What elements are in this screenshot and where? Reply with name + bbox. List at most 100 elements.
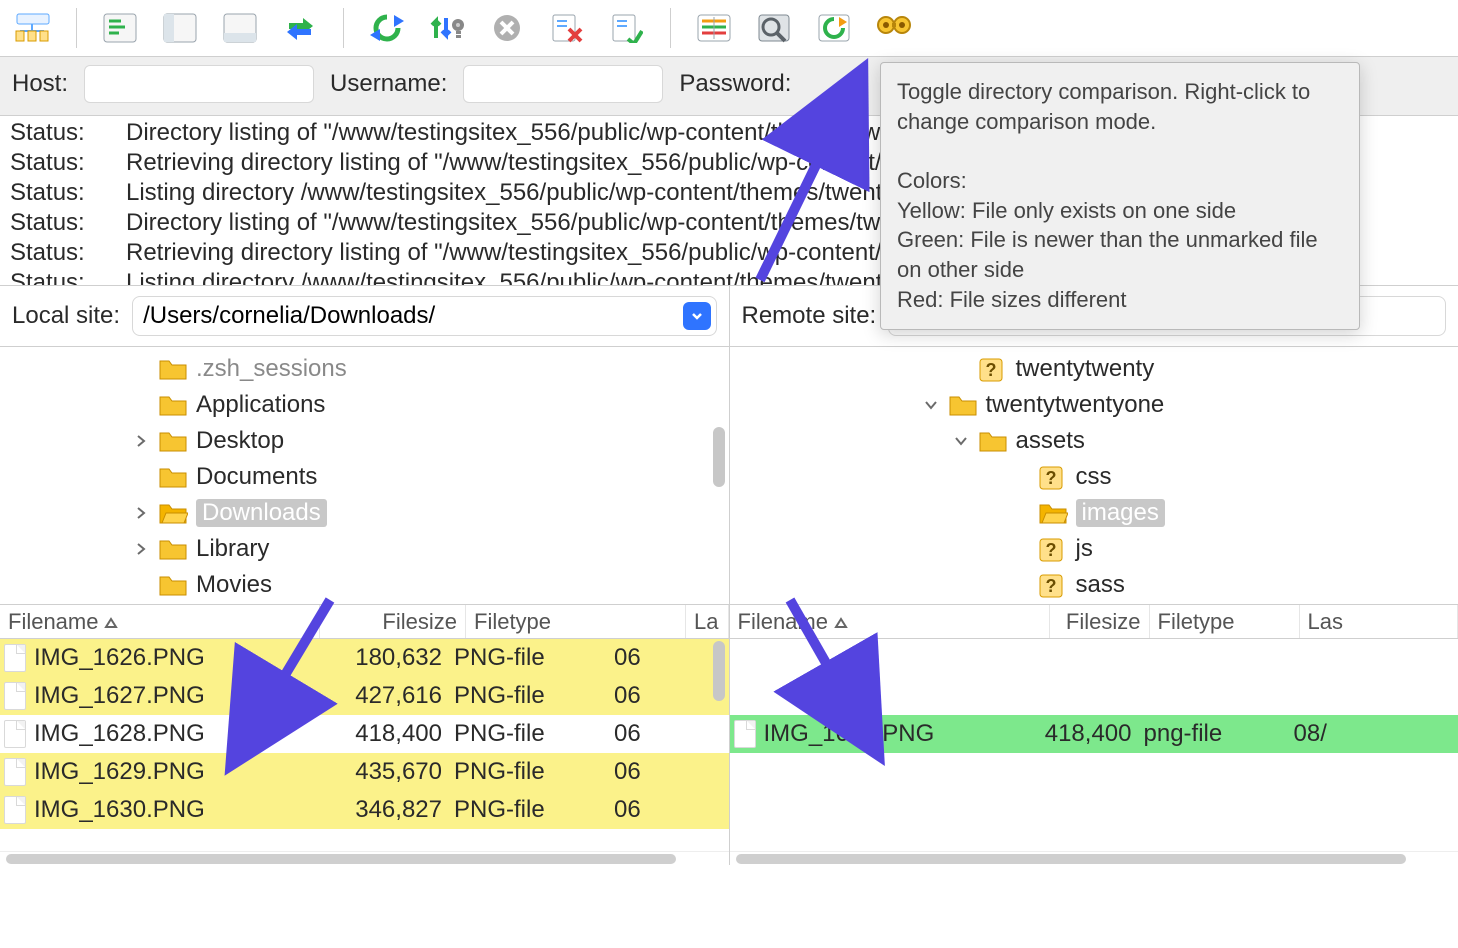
sync-scroll-icon[interactable]	[424, 8, 470, 48]
sync-browse-icon[interactable]	[811, 8, 857, 48]
disclose-icon[interactable]	[922, 396, 940, 414]
refresh-icon[interactable]	[364, 8, 410, 48]
reconnect-icon[interactable]	[604, 8, 650, 48]
file-icon	[4, 644, 26, 672]
tree-item[interactable]: Movies	[4, 567, 725, 603]
cell-filetype: PNG-file	[454, 758, 614, 786]
svg-text:?: ?	[1045, 540, 1056, 560]
tooltip-text: Colors:	[897, 166, 1343, 196]
table-row[interactable]: IMG_1627.PNG 427,616 PNG-file 06	[0, 677, 729, 715]
svg-text:?: ?	[1045, 576, 1056, 596]
file-icon	[4, 758, 26, 786]
cell-filetype: PNG-file	[454, 682, 614, 710]
scrollbar-thumb[interactable]	[713, 641, 725, 701]
disconnect-icon[interactable]	[544, 8, 590, 48]
tree-item[interactable]: assets	[734, 423, 1455, 459]
find-icon[interactable]	[871, 8, 917, 48]
transfers-icon[interactable]	[277, 8, 323, 48]
remote-tree[interactable]: ?twentytwentytwentytwentyoneassets?cssim…	[730, 347, 1458, 604]
cell-lastmod: 08/	[1294, 720, 1374, 748]
directory-compare-tooltip: Toggle directory comparison. Right-click…	[880, 62, 1360, 330]
folder-open-icon	[158, 501, 188, 525]
tree-item[interactable]: ? js	[734, 531, 1455, 567]
h-scrollbar[interactable]	[0, 851, 729, 865]
col-lastmod[interactable]: La	[686, 605, 729, 638]
cell-filename: IMG_1628.PNG	[34, 720, 314, 748]
split-view-icon[interactable]	[217, 8, 263, 48]
log-view-icon[interactable]	[97, 8, 143, 48]
unknown-icon: ?	[1038, 537, 1068, 561]
cell-filetype: PNG-file	[454, 796, 614, 824]
filter-icon[interactable]	[691, 8, 737, 48]
cell-filesize: 418,400	[314, 720, 454, 748]
table-row[interactable]: IMG_1629.PNG 435,670 PNG-file 06	[0, 753, 729, 791]
tree-item[interactable]: .zsh_sessions	[4, 351, 725, 387]
table-row[interactable]: IMG_1626.PNG 180,632 PNG-file 06	[0, 639, 729, 677]
disclose-icon[interactable]	[132, 504, 150, 522]
cancel-icon[interactable]	[484, 8, 530, 48]
folder-icon	[158, 537, 188, 561]
tree-item[interactable]: Music	[4, 603, 725, 604]
tree-item-label: Movies	[196, 571, 272, 599]
username-input[interactable]	[463, 65, 663, 103]
cell-filesize: 435,670	[314, 758, 454, 786]
col-filesize[interactable]: Filesize	[1050, 605, 1150, 638]
sort-asc-icon	[104, 609, 118, 635]
table-row	[730, 677, 1458, 715]
scrollbar-thumb[interactable]	[713, 427, 725, 487]
cell-filesize: 180,632	[314, 644, 454, 672]
local-tree[interactable]: .zsh_sessions ApplicationsDesktopDocument…	[0, 347, 730, 604]
disclose-icon[interactable]	[952, 432, 970, 450]
h-scrollbar[interactable]	[730, 851, 1458, 865]
col-filename[interactable]: Filename	[0, 605, 320, 638]
cell-filesize: 346,827	[314, 796, 454, 824]
local-site-label: Local site:	[12, 302, 120, 330]
tree-item-label: js	[1076, 535, 1093, 563]
tree-item[interactable]: Desktop	[4, 423, 725, 459]
table-row[interactable]: IMG_1628.PNG 418,400 png-file 08/	[730, 715, 1458, 753]
remote-filelist-header: Filename Filesize Filetype Las	[730, 605, 1458, 639]
folder-icon	[158, 393, 188, 417]
col-filetype[interactable]: Filetype	[466, 605, 686, 638]
folder-icon	[978, 429, 1008, 453]
sitemanager-icon[interactable]	[10, 8, 56, 48]
tree-view-icon[interactable]	[157, 8, 203, 48]
col-lastmod[interactable]: Las	[1300, 605, 1458, 638]
tree-item-label: css	[1076, 463, 1112, 491]
local-filelist: Filename Filesize Filetype La IMG_1626.P…	[0, 605, 730, 865]
tree-item[interactable]: twentytwentyone	[734, 387, 1455, 423]
disclose-icon[interactable]	[132, 432, 150, 450]
cell-filetype: PNG-file	[454, 644, 614, 672]
tree-item[interactable]: ?twentytwenty	[734, 351, 1455, 387]
tree-item[interactable]: ?sass	[734, 567, 1455, 603]
table-row[interactable]: IMG_1630.PNG 346,827 PNG-file 06	[0, 791, 729, 829]
cell-filename: IMG_1627.PNG	[34, 682, 314, 710]
col-filetype[interactable]: Filetype	[1150, 605, 1300, 638]
tree-item-label: .zsh_sessions	[196, 355, 347, 383]
password-label: Password:	[679, 70, 791, 98]
tooltip-text: Red: File sizes different	[897, 285, 1343, 315]
col-filename[interactable]: Filename	[730, 605, 1050, 638]
tree-item[interactable]: ?css	[734, 459, 1455, 495]
tree-item[interactable]: Applications	[4, 387, 725, 423]
cell-lastmod: 06	[614, 682, 694, 710]
tree-item[interactable]: Documents	[4, 459, 725, 495]
host-input[interactable]	[84, 65, 314, 103]
tree-item[interactable]: images	[734, 495, 1455, 531]
disclose-icon[interactable]	[132, 540, 150, 558]
local-site-input[interactable]	[132, 296, 716, 336]
cell-filename: IMG_1628.PNG	[764, 720, 1044, 748]
table-row[interactable]: IMG_1628.PNG 418,400 PNG-file 06	[0, 715, 729, 753]
cell-filesize: 427,616	[314, 682, 454, 710]
cell-lastmod: 06	[614, 644, 694, 672]
cell-filetype: png-file	[1144, 720, 1294, 748]
tree-item[interactable]: Library	[4, 531, 725, 567]
col-filesize[interactable]: Filesize	[320, 605, 466, 638]
cell-filename: IMG_1626.PNG	[34, 644, 314, 672]
local-site-dropdown-icon[interactable]	[683, 302, 711, 330]
tree-item[interactable]: Downloads	[4, 495, 725, 531]
unknown-icon: ?	[1038, 573, 1068, 597]
cell-filename: IMG_1630.PNG	[34, 796, 314, 824]
folder-icon	[158, 573, 188, 597]
directory-compare-icon[interactable]	[751, 8, 797, 48]
